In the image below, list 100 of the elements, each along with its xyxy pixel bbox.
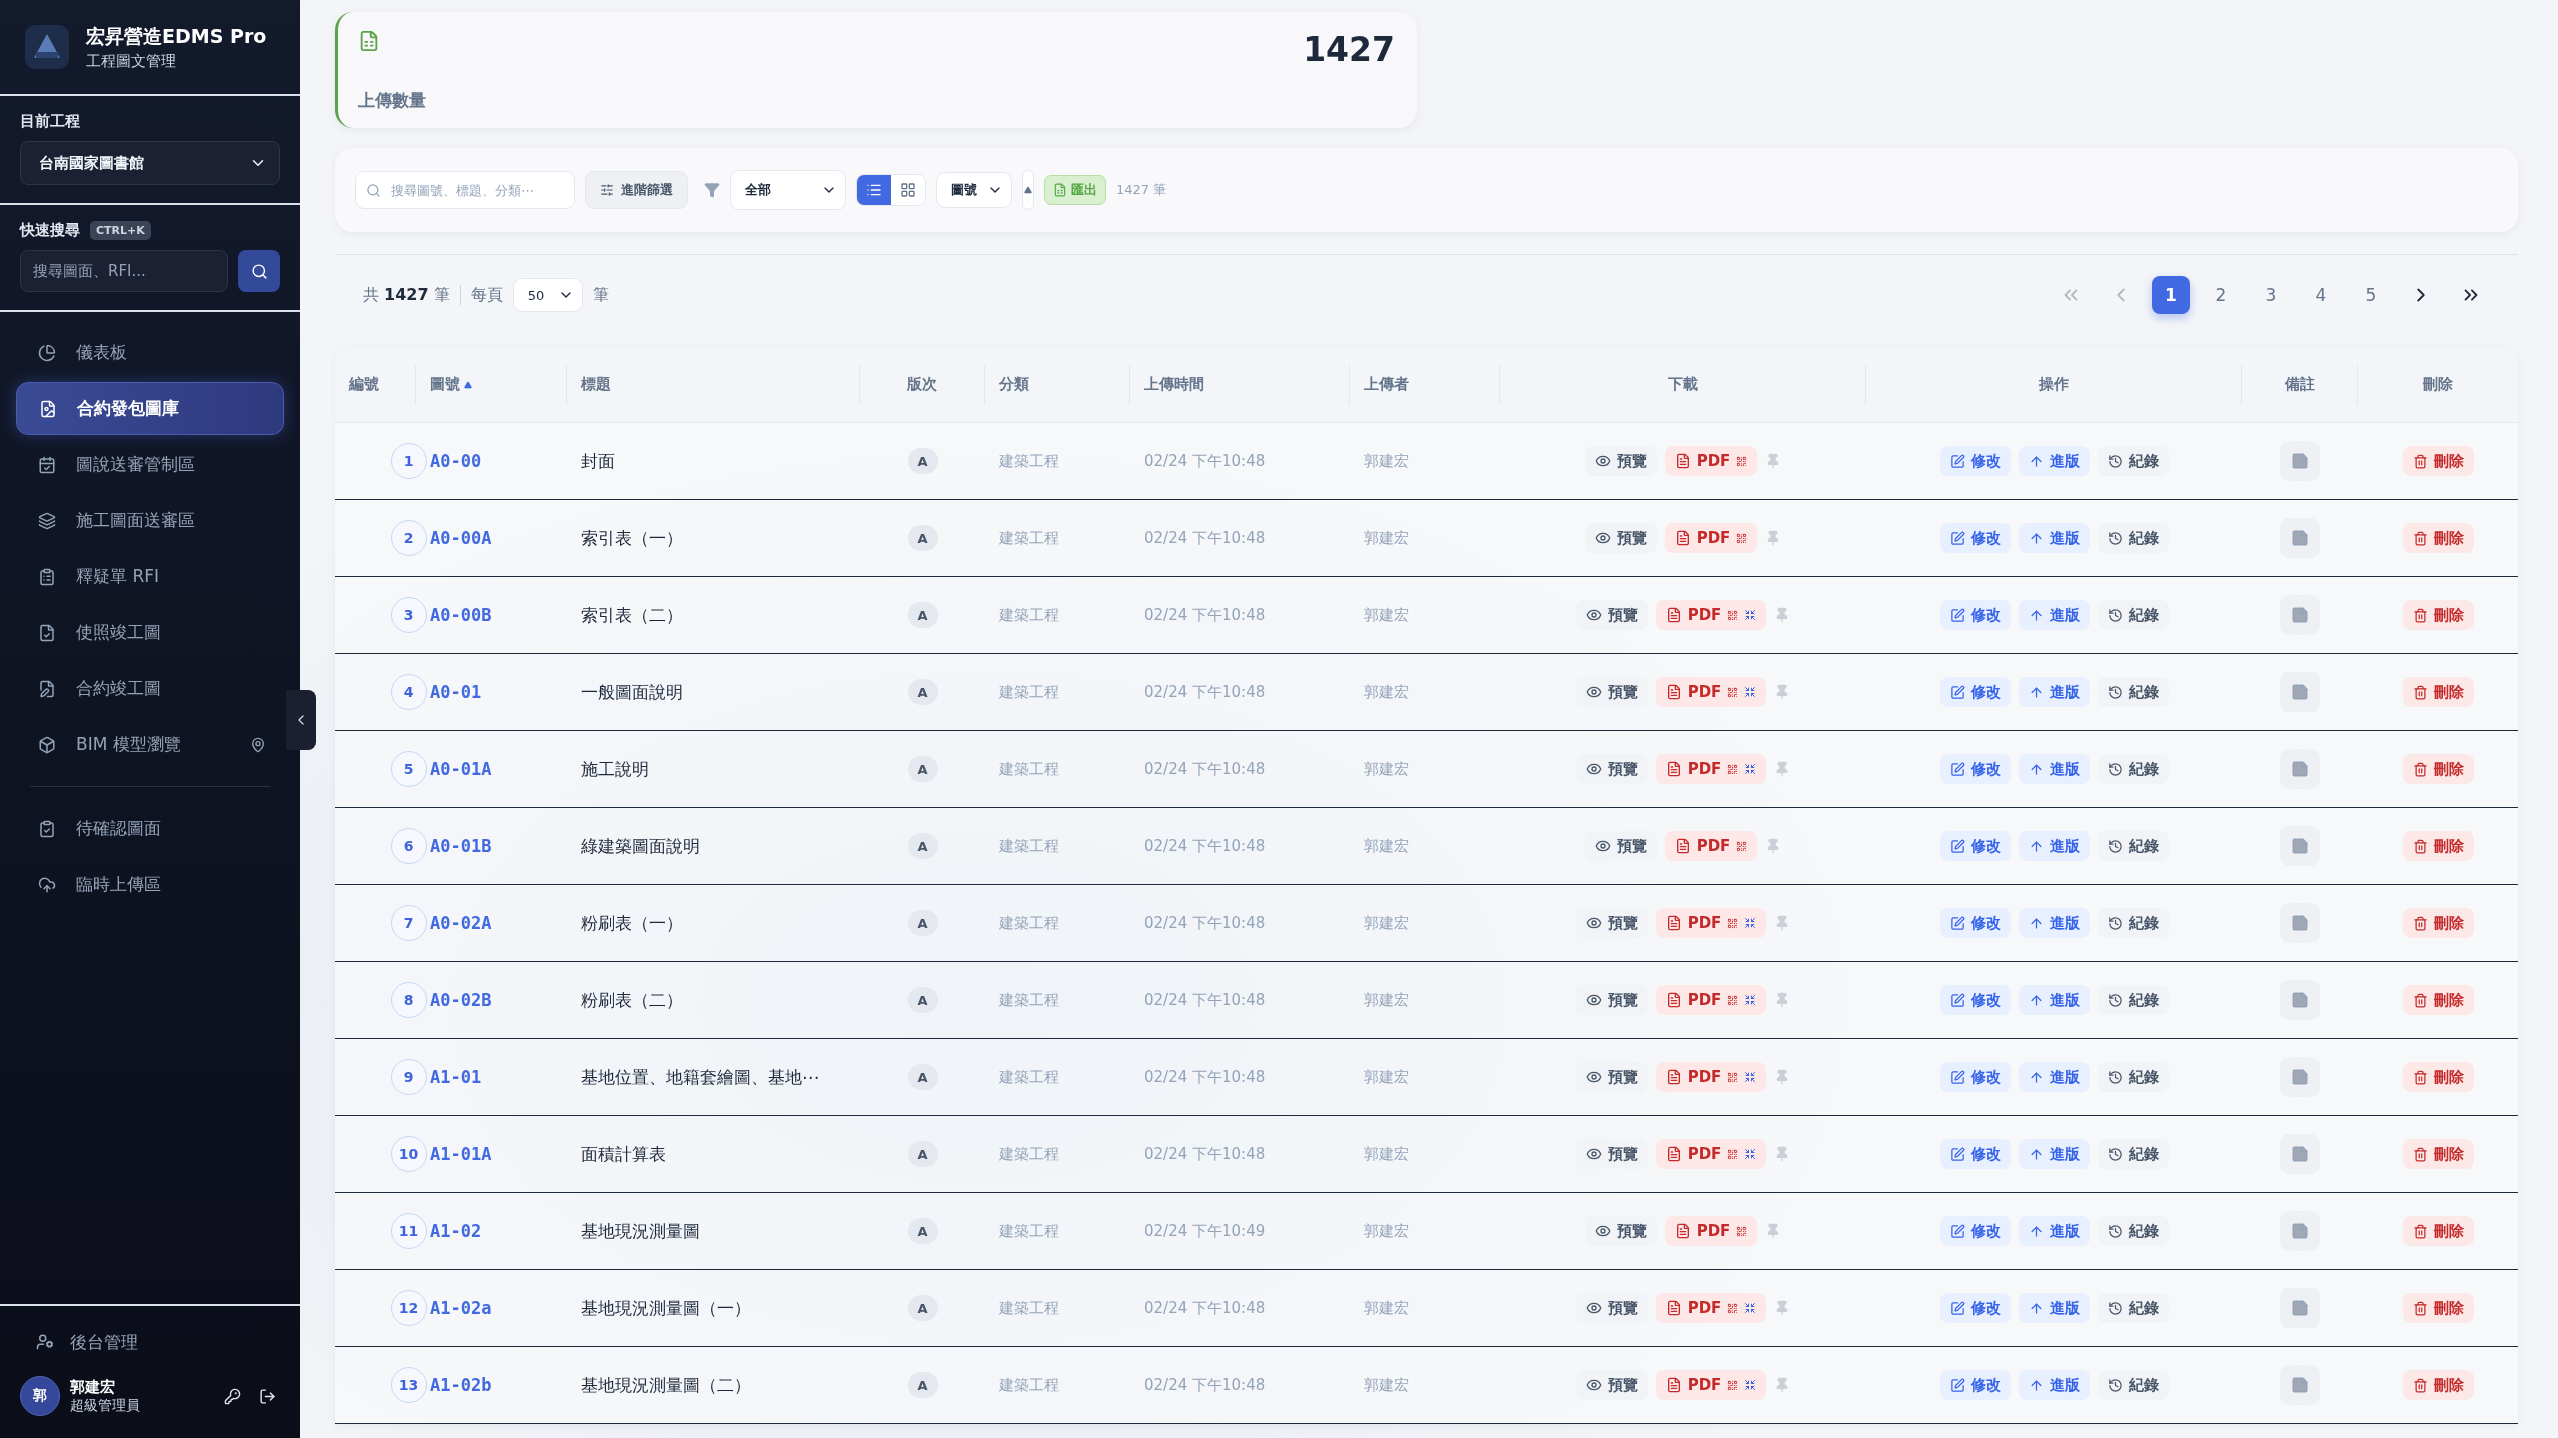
column-header[interactable]: 下載 [1667, 375, 1698, 394]
delete-button[interactable]: 刪除 [2402, 446, 2474, 476]
drawing-number[interactable]: A0-00B [430, 605, 492, 625]
view-toggle[interactable] [891, 175, 925, 205]
history-button[interactable]: 紀錄 [2097, 908, 2169, 938]
collapse-handle[interactable] [286, 690, 316, 750]
delete-button[interactable]: 刪除 [2402, 677, 2474, 707]
pdf-button[interactable]: PDF [1655, 600, 1767, 630]
export-button[interactable]: 匯出 [1044, 175, 1106, 205]
drawing-number[interactable]: A0-01B [430, 836, 492, 856]
project-dropdown[interactable]: 台南國家圖書館 [20, 141, 280, 185]
edit-button[interactable]: 修改 [1939, 446, 2011, 476]
drawing-number[interactable]: A0-01 [430, 682, 482, 702]
quick-search-field[interactable]: 搜尋圖面、RFI... [20, 250, 228, 292]
pdf-button[interactable]: PDF [1655, 1062, 1767, 1092]
note-button[interactable] [2280, 826, 2320, 866]
note-button[interactable] [2280, 980, 2320, 1020]
pdf-button[interactable]: PDF [1655, 1293, 1767, 1323]
edit-button[interactable]: 修改 [1939, 523, 2011, 553]
revise-button[interactable]: 進版 [2018, 600, 2090, 630]
pdf-button[interactable]: PDF [1655, 677, 1767, 707]
note-button[interactable] [2280, 595, 2320, 635]
edit-button[interactable]: 修改 [1939, 1293, 2011, 1323]
revise-button[interactable]: 進版 [2018, 1293, 2090, 1323]
search-button[interactable] [238, 250, 280, 292]
edit-button[interactable]: 修改 [1939, 754, 2011, 784]
nav-item[interactable]: 圖說送審管制區 [16, 438, 284, 491]
column-header[interactable]: 刪除 [2423, 375, 2453, 394]
edit-button[interactable]: 修改 [1939, 1139, 2011, 1169]
preview-button[interactable]: 預覽 [1584, 1216, 1657, 1246]
delete-button[interactable]: 刪除 [2402, 908, 2474, 938]
drawing-number[interactable]: A1-01 [430, 1067, 482, 1087]
page-button[interactable]: 5 [2352, 276, 2390, 314]
history-button[interactable]: 紀錄 [2097, 600, 2169, 630]
history-button[interactable]: 紀錄 [2097, 754, 2169, 784]
delete-button[interactable]: 刪除 [2402, 600, 2474, 630]
column-header[interactable]: 操作 [2038, 375, 2069, 394]
revise-button[interactable]: 進版 [2018, 1216, 2090, 1246]
revise-button[interactable]: 進版 [2018, 1062, 2090, 1092]
admin-link[interactable]: 後台管理 [20, 1322, 280, 1362]
edit-button[interactable]: 修改 [1939, 831, 2011, 861]
delete-button[interactable]: 刪除 [2402, 831, 2474, 861]
drawing-number[interactable]: A1-02b [430, 1375, 492, 1395]
nav-item[interactable]: 臨時上傳區 [16, 858, 284, 911]
note-button[interactable] [2280, 672, 2320, 712]
preview-button[interactable]: 預覽 [1584, 446, 1657, 476]
delete-button[interactable]: 刪除 [2402, 754, 2474, 784]
drawing-number[interactable]: A0-00A [430, 528, 492, 548]
column-header[interactable]: 分類 [999, 375, 1029, 394]
edit-button[interactable]: 修改 [1939, 1216, 2011, 1246]
edit-button[interactable]: 修改 [1939, 677, 2011, 707]
note-button[interactable] [2280, 441, 2320, 481]
revise-button[interactable]: 進版 [2018, 754, 2090, 784]
note-button[interactable] [2280, 1211, 2320, 1251]
delete-button[interactable]: 刪除 [2402, 1293, 2474, 1323]
revise-button[interactable]: 進版 [2018, 1139, 2090, 1169]
delete-button[interactable]: 刪除 [2402, 1370, 2474, 1400]
history-button[interactable]: 紀錄 [2097, 1370, 2169, 1400]
note-button[interactable] [2280, 1288, 2320, 1328]
pdf-button[interactable]: PDF [1655, 908, 1767, 938]
nav-item[interactable]: 合約竣工圖 [16, 662, 284, 715]
pdf-button[interactable]: PDF [1655, 754, 1767, 784]
history-button[interactable]: 紀錄 [2097, 1293, 2169, 1323]
pdf-button[interactable]: PDF [1664, 831, 1758, 861]
preview-button[interactable]: 預覽 [1575, 600, 1648, 630]
page-button[interactable]: 2 [2202, 276, 2240, 314]
column-header[interactable]: 上傳時間 [1144, 375, 1204, 394]
history-button[interactable]: 紀錄 [2097, 677, 2169, 707]
preview-button[interactable]: 預覽 [1584, 831, 1657, 861]
preview-button[interactable]: 預覽 [1575, 754, 1648, 784]
pdf-button[interactable]: PDF [1664, 523, 1758, 553]
preview-button[interactable]: 預覽 [1584, 523, 1657, 553]
delete-button[interactable]: 刪除 [2402, 1216, 2474, 1246]
preview-button[interactable]: 預覽 [1575, 1293, 1648, 1323]
search-box[interactable]: 搜尋圖號、標題、分類⋯ [355, 171, 575, 209]
table-search-field[interactable]: 搜尋圖號、標題、分類⋯ [389, 181, 564, 199]
sort-dropdown[interactable]: 圖號 [936, 172, 1012, 208]
history-button[interactable]: 紀錄 [2097, 831, 2169, 861]
delete-button[interactable]: 刪除 [2402, 1139, 2474, 1169]
pdf-button[interactable]: PDF [1664, 446, 1758, 476]
nav-item[interactable]: 合約發包圖庫 [16, 382, 284, 435]
note-button[interactable] [2280, 518, 2320, 558]
revise-button[interactable]: 進版 [2018, 908, 2090, 938]
pdf-button[interactable]: PDF [1655, 1139, 1767, 1169]
drawing-number[interactable]: A0-02B [430, 990, 492, 1010]
revise-button[interactable]: 進版 [2018, 831, 2090, 861]
edit-button[interactable]: 修改 [1939, 1370, 2011, 1400]
note-button[interactable] [2280, 1134, 2320, 1174]
nav-item[interactable]: BIM 模型瀏覽 [16, 718, 284, 771]
column-header[interactable]: 上傳者 [1364, 375, 1409, 394]
note-button[interactable] [2280, 1365, 2320, 1405]
edit-button[interactable]: 修改 [1939, 600, 2011, 630]
drawing-number[interactable]: A0-02A [430, 913, 492, 933]
drawing-number[interactable]: A0-01A [430, 759, 492, 779]
pdf-button[interactable]: PDF [1655, 985, 1767, 1015]
history-button[interactable]: 紀錄 [2097, 1062, 2169, 1092]
delete-button[interactable]: 刪除 [2402, 523, 2474, 553]
drawing-number[interactable]: A0-00 [430, 451, 482, 471]
page-button[interactable]: 1 [2152, 276, 2190, 314]
note-button[interactable] [2280, 1057, 2320, 1097]
